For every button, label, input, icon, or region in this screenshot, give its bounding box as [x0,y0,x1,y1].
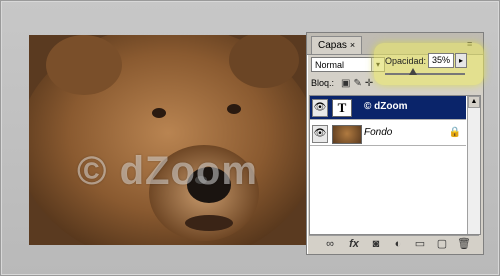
trash-icon[interactable]: 🗑 [457,237,471,251]
mask-icon[interactable]: ◙ [369,237,383,251]
chevron-right-icon[interactable]: ▸ [455,53,467,68]
lock-transparency-icon[interactable]: ▣ [341,78,353,89]
close-icon[interactable]: × [350,40,355,50]
layer-name: © dZoom [364,101,408,112]
link-icon[interactable]: ∞ [323,237,337,251]
layer-row-text[interactable]: 👁 T © dZoom [310,96,466,120]
folder-icon[interactable]: ▭ [413,237,427,251]
fx-icon[interactable]: fx [347,237,361,251]
tab-label: Capas [318,40,347,51]
watermark-text: © dZoom [77,149,258,193]
eye-icon[interactable]: 👁 [312,99,328,117]
new-layer-icon[interactable]: ▢ [435,237,449,251]
image-layer-thumb [332,125,362,144]
opacity-label: Opacidad: [385,56,427,66]
lock-label: Bloq.: [311,78,335,88]
bear-photo [29,35,307,245]
window-frame: © dZoom Capas× ≡ Normal ▾ Bloq.: ▣✎✛ 👁 T… [0,0,500,276]
opacity-slider[interactable] [385,73,465,75]
opacity-slider-thumb[interactable] [409,68,417,75]
text-layer-thumb: T [332,99,352,117]
panel-footer: ∞ fx ◙ ◐ ▭ ▢ 🗑 [309,235,479,252]
eye-icon[interactable]: 👁 [312,125,328,143]
tab-capas[interactable]: Capas × [311,36,363,54]
lock-options[interactable]: ▣✎✛ [341,76,376,91]
blend-mode-value: Normal [315,60,345,70]
layers-scrollbar[interactable]: ▲ [467,96,480,234]
opacity-field[interactable]: 35% [428,53,454,68]
adjustment-icon[interactable]: ◐ [391,237,405,251]
lock-icon: 🔒 [448,127,461,138]
layers-list: 👁 T © dZoom 👁 Fondo 🔒 ▲ [309,95,481,235]
scroll-up-icon[interactable]: ▲ [468,96,480,108]
lock-paint-icon[interactable]: ✎ [353,78,364,89]
layer-row-fondo[interactable]: 👁 Fondo 🔒 [310,122,466,146]
document-canvas: © dZoom [29,35,307,245]
layer-name: Fondo [364,127,393,138]
